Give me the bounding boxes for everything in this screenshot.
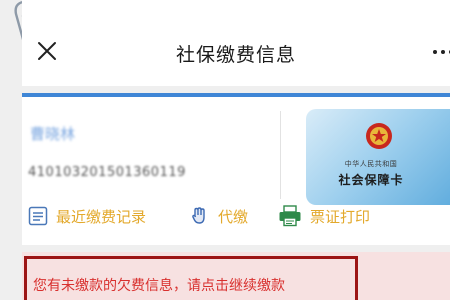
list-icon (28, 206, 48, 226)
receipt-print-label: 票证打印 (310, 207, 371, 226)
recent-payments-button[interactable]: 最近缴费记录 (28, 201, 146, 231)
vertical-divider (280, 111, 281, 199)
arrears-alert-message[interactable]: 您有未缴款的欠费信息，请点击继续缴款 (33, 275, 355, 295)
proxy-payment-button[interactable]: 代缴 (190, 201, 248, 231)
id-number: 410103201501360119 (28, 165, 186, 180)
national-emblem-icon (366, 123, 392, 149)
page-title: 社保缴费信息 (175, 44, 296, 66)
recent-payments-label: 最近缴费记录 (56, 207, 147, 226)
top-navigation-bar: 社保缴费信息 (22, 0, 450, 86)
printer-icon (279, 205, 301, 227)
hand-icon (192, 207, 205, 224)
card-country-text: 中华人民共和国 (344, 160, 398, 168)
user-name: 曹晓林 (30, 125, 76, 143)
proxy-payment-label: 代缴 (218, 207, 249, 226)
card-title: 社会保障卡 (338, 173, 404, 187)
more-icon[interactable] (432, 48, 450, 56)
social-security-card-image: 中华人民共和国 社会保障卡 (306, 109, 450, 205)
insurance-info-card: 曹晓林 410103201501360119 中华人民共和国 社会保障卡 最近缴… (22, 97, 450, 245)
receipt-print-button[interactable]: 票证打印 (278, 201, 370, 231)
arrears-alert-banner: 您有未缴款的欠费信息，请点击继续缴款 (22, 252, 450, 300)
arrears-alert-box[interactable]: 您有未缴款的欠费信息，请点击继续缴款 (24, 256, 358, 300)
action-row: 最近缴费记录 代缴 票证打印 (22, 201, 450, 231)
app-screen: 社保缴费信息 曹晓林 410103201501360119 中华人民共和国 社会… (0, 0, 450, 300)
